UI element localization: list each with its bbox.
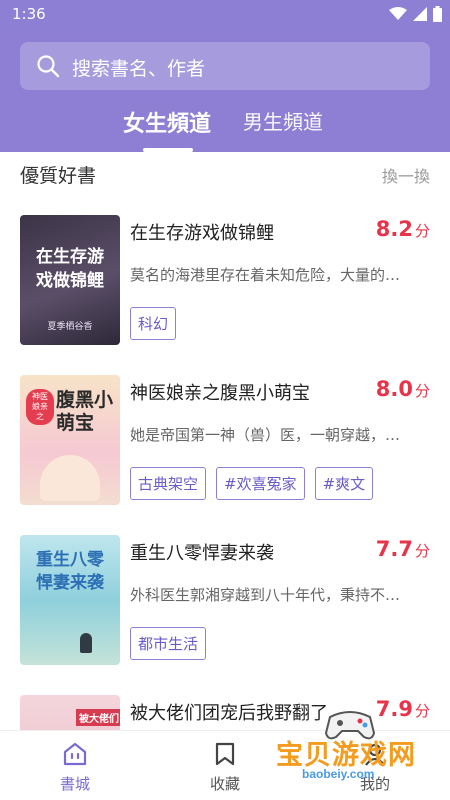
section-header: 優質好書 換一換 — [0, 152, 450, 196]
watermark: 宝贝游戏网 baobeiy.com — [272, 703, 442, 793]
book-tag[interactable]: #欢喜冤家 — [216, 467, 305, 500]
section-title: 優質好書 — [20, 165, 97, 187]
cover-cat-illustration — [80, 633, 92, 653]
nav-label: 書城 — [59, 775, 90, 793]
tab-male-channel[interactable]: 男生頻道 — [243, 106, 323, 135]
bookmark-icon — [215, 742, 235, 766]
battery-icon — [433, 6, 442, 22]
tab-female-channel[interactable]: 女生頻道 — [123, 106, 211, 138]
status-time: 1:36 — [12, 5, 46, 23]
search-icon — [37, 55, 60, 78]
book-title: 重生八零悍妻来袭 — [130, 543, 274, 564]
book-cover[interactable]: 被大佬们 — [20, 695, 120, 730]
channel-tabs: 女生頻道 男生頻道 — [0, 104, 450, 152]
book-score: 8.0 分 — [375, 377, 430, 401]
book-description: 莫名的海港里存在着未知危险，大量的… — [130, 266, 401, 284]
book-description: 她是帝国第一神（兽）医，一朝穿越，… — [130, 426, 401, 444]
cover-author: 夏季栖谷香 — [47, 322, 93, 332]
book-title: 在生存游戏做锦鲤 — [130, 223, 274, 244]
book-item[interactable]: 在生存游戏做锦鲤 夏季栖谷香 在生存游戏做锦鲤 8.2 分 莫名的海港里存在着未知… — [0, 215, 450, 365]
book-tags: 古典架空 #欢喜冤家 #爽文 — [130, 467, 374, 500]
book-score: 7.7 分 — [375, 537, 430, 561]
status-bar: 1:36 — [0, 0, 450, 30]
book-cover[interactable]: 神医娘亲之 腹黑小萌宝 — [20, 375, 120, 505]
watermark-url: baobeiy.com — [302, 767, 375, 781]
book-tags: 科幻 — [130, 307, 177, 340]
book-score: 8.2 分 — [375, 217, 430, 241]
cover-illustration — [40, 455, 100, 501]
book-cover[interactable]: 重生八零悍妻来袭 — [20, 535, 120, 665]
cover-title: 在生存游戏做锦鲤 — [36, 247, 104, 291]
book-item[interactable]: 神医娘亲之 腹黑小萌宝 神医娘亲之腹黑小萌宝 8.0 分 她是帝国第一神（兽）医，… — [0, 375, 450, 525]
header: 搜索書名、作者 女生頻道 男生頻道 — [0, 30, 450, 152]
cover-badge: 神医娘亲之 — [26, 389, 54, 425]
book-description: 外科医生郭湘穿越到八十年代，秉持不… — [130, 586, 401, 604]
refresh-button[interactable]: 換一換 — [382, 163, 430, 187]
nav-item-bookstore[interactable]: 書城 — [0, 731, 150, 800]
book-tags: 都市生活 — [130, 627, 207, 660]
book-title: 神医娘亲之腹黑小萌宝 — [130, 383, 310, 404]
signal-icon — [413, 7, 427, 21]
book-tag[interactable]: 都市生活 — [130, 627, 207, 660]
cover-title: 腹黑小萌宝 — [56, 389, 114, 434]
search-input[interactable]: 搜索書名、作者 — [20, 42, 430, 90]
search-placeholder: 搜索書名、作者 — [72, 58, 206, 80]
wifi-icon — [389, 7, 407, 20]
book-tag[interactable]: #爽文 — [314, 467, 374, 500]
cover-title: 被大佬们 — [76, 709, 120, 726]
book-tag[interactable]: 古典架空 — [130, 467, 207, 500]
cover-title: 重生八零悍妻来袭 — [36, 550, 104, 593]
book-item[interactable]: 重生八零悍妻来袭 重生八零悍妻来袭 7.7 分 外科医生郭湘穿越到八十年代，秉持不… — [0, 535, 450, 685]
home-icon — [63, 742, 87, 766]
book-cover[interactable]: 在生存游戏做锦鲤 夏季栖谷香 — [20, 215, 120, 345]
book-tag[interactable]: 科幻 — [130, 307, 177, 340]
status-icons — [389, 6, 442, 22]
